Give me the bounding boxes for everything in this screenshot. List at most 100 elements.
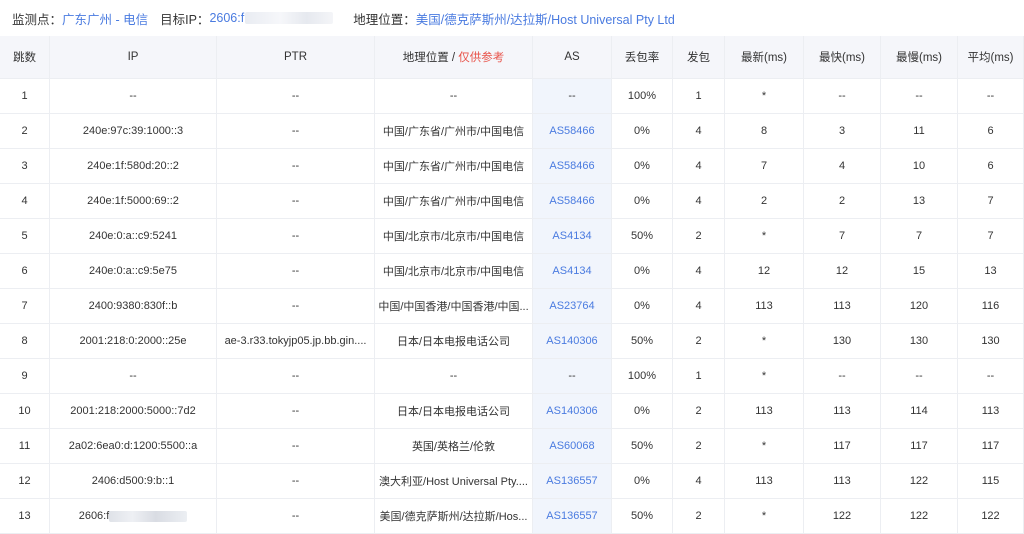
cell-hop: 12 xyxy=(0,464,50,499)
cell-worst: 130 xyxy=(881,324,958,359)
cell-ptr: -- xyxy=(217,394,375,429)
cell-geo: 中国/北京市/北京市/中国电信 xyxy=(375,254,533,289)
cell-loss: 0% xyxy=(612,184,673,219)
cell-avg: -- xyxy=(958,79,1024,114)
cell-geo: 日本/日本电报电话公司 xyxy=(375,324,533,359)
cell-last: * xyxy=(725,324,804,359)
table-header-row: 跳数 IP PTR 地理位置 / 仅供参考 AS 丢包率 发包 最新(ms) 最… xyxy=(0,36,1024,79)
as-link[interactable]: AS140306 xyxy=(546,405,597,417)
col-sent-header: 发包 xyxy=(673,36,725,79)
target-ip-label: 目标IP： xyxy=(160,12,210,27)
cell-geo: 中国/广东省/广州市/中国电信 xyxy=(375,114,533,149)
cell-best: 130 xyxy=(804,324,881,359)
cell-geo: 澳大利亚/Host Universal Pty.... xyxy=(375,464,533,499)
col-geo-header: 地理位置 / 仅供参考 xyxy=(375,36,533,79)
cell-ptr: -- xyxy=(217,219,375,254)
cell-as: -- xyxy=(533,359,612,394)
cell-loss: 50% xyxy=(612,324,673,359)
cell-sent: 4 xyxy=(673,149,725,184)
cell-worst: 15 xyxy=(881,254,958,289)
geo-header-label: 地理位置 xyxy=(402,52,449,64)
cell-ip: 240e:0:a::c9:5241 xyxy=(50,219,217,254)
cell-best: 7 xyxy=(804,219,881,254)
target-ip-value: 2606:f xyxy=(209,11,245,25)
monitor-value: 广东广州 - 电信 xyxy=(62,12,149,27)
cell-best: 113 xyxy=(804,464,881,499)
cell-as: AS4134 xyxy=(533,219,612,254)
cell-loss: 0% xyxy=(612,254,673,289)
cell-loss: 0% xyxy=(612,114,673,149)
cell-avg: 113 xyxy=(958,394,1024,429)
table-row: 3 240e:1f:580d:20::2 -- 中国/广东省/广州市/中国电信 AS58… xyxy=(0,149,1024,184)
table-row: 4 240e:1f:5000:69::2 -- 中国/广东省/广州市/中国电信 AS58… xyxy=(0,184,1024,219)
table-row: 1 -- -- -- -- 100% 1 * -- -- -- xyxy=(0,79,1024,114)
cell-ptr: -- xyxy=(217,359,375,394)
cell-worst: 7 xyxy=(881,219,958,254)
as-link[interactable]: AS4134 xyxy=(552,265,591,277)
cell-worst: 13 xyxy=(881,184,958,219)
ip-text: 2606:f xyxy=(78,510,110,522)
table-row: 13 2606:f -- 美国/德克萨斯州/达拉斯/Hos... AS136557 50%… xyxy=(0,499,1024,534)
col-best-header: 最快(ms) xyxy=(804,36,881,79)
cell-ip: 2001:218:0:2000::25e xyxy=(50,324,217,359)
cell-ptr: -- xyxy=(217,464,375,499)
cell-best: 2 xyxy=(804,184,881,219)
cell-ptr: -- xyxy=(217,499,375,534)
cell-geo: 美国/德克萨斯州/达拉斯/Hos... xyxy=(375,499,533,534)
cell-ip: 2a02:6ea0:d:1200:5500::a xyxy=(50,429,217,464)
cell-hop: 2 xyxy=(0,114,50,149)
cell-as: AS136557 xyxy=(533,464,612,499)
cell-as: AS58466 xyxy=(533,149,612,184)
cell-sent: 2 xyxy=(673,429,725,464)
cell-last: 2 xyxy=(725,184,804,219)
table-row: 7 2400:9380:830f::b -- 中国/中国香港/中国香港/中国... AS… xyxy=(0,289,1024,324)
cell-worst: 117 xyxy=(881,429,958,464)
as-link[interactable]: AS140306 xyxy=(546,335,597,347)
cell-sent: 4 xyxy=(673,184,725,219)
cell-ptr: -- xyxy=(217,429,375,464)
cell-worst: 122 xyxy=(881,499,958,534)
geo-label: 地理位置： xyxy=(353,12,416,27)
cell-ptr: -- xyxy=(217,289,375,324)
cell-hop: 13 xyxy=(0,499,50,534)
as-link[interactable]: AS58466 xyxy=(549,160,594,172)
col-as-header: AS xyxy=(533,36,612,79)
as-link[interactable]: AS4134 xyxy=(552,230,591,242)
cell-avg: 13 xyxy=(958,254,1024,289)
cell-last: * xyxy=(725,429,804,464)
cell-avg: 7 xyxy=(958,219,1024,254)
as-link[interactable]: AS23764 xyxy=(549,300,594,312)
as-link[interactable]: AS136557 xyxy=(546,475,597,487)
cell-sent: 2 xyxy=(673,499,725,534)
as-link[interactable]: AS136557 xyxy=(546,510,597,522)
cell-ip: 2406:d500:9:b::1 xyxy=(50,464,217,499)
cell-best: -- xyxy=(804,79,881,114)
cell-last: 113 xyxy=(725,464,804,499)
cell-loss: 0% xyxy=(612,289,673,324)
cell-worst: 10 xyxy=(881,149,958,184)
cell-worst: -- xyxy=(881,359,958,394)
cell-worst: -- xyxy=(881,79,958,114)
table-row: 10 2001:218:2000:5000::7d2 -- 日本/日本电报电话公司 AS… xyxy=(0,394,1024,429)
cell-as: AS140306 xyxy=(533,394,612,429)
cell-sent: 1 xyxy=(673,359,725,394)
table-row: 9 -- -- -- -- 100% 1 * -- -- -- xyxy=(0,359,1024,394)
cell-hop: 8 xyxy=(0,324,50,359)
col-hop-header: 跳数 xyxy=(0,36,50,79)
col-avg-header: 平均(ms) xyxy=(958,36,1024,79)
cell-sent: 4 xyxy=(673,254,725,289)
col-last-header: 最新(ms) xyxy=(725,36,804,79)
as-link[interactable]: AS58466 xyxy=(549,125,594,137)
col-ip-header: IP xyxy=(50,36,217,79)
cell-hop: 9 xyxy=(0,359,50,394)
cell-ip: 2001:218:2000:5000::7d2 xyxy=(50,394,217,429)
cell-ptr: -- xyxy=(217,114,375,149)
cell-sent: 4 xyxy=(673,464,725,499)
cell-as: AS140306 xyxy=(533,324,612,359)
cell-avg: 117 xyxy=(958,429,1024,464)
as-link[interactable]: AS58466 xyxy=(549,195,594,207)
cell-ptr: ae-3.r33.tokyjp05.jp.bb.gin.... xyxy=(217,324,375,359)
cell-best: 122 xyxy=(804,499,881,534)
as-link[interactable]: AS60068 xyxy=(549,440,594,452)
cell-sent: 2 xyxy=(673,324,725,359)
